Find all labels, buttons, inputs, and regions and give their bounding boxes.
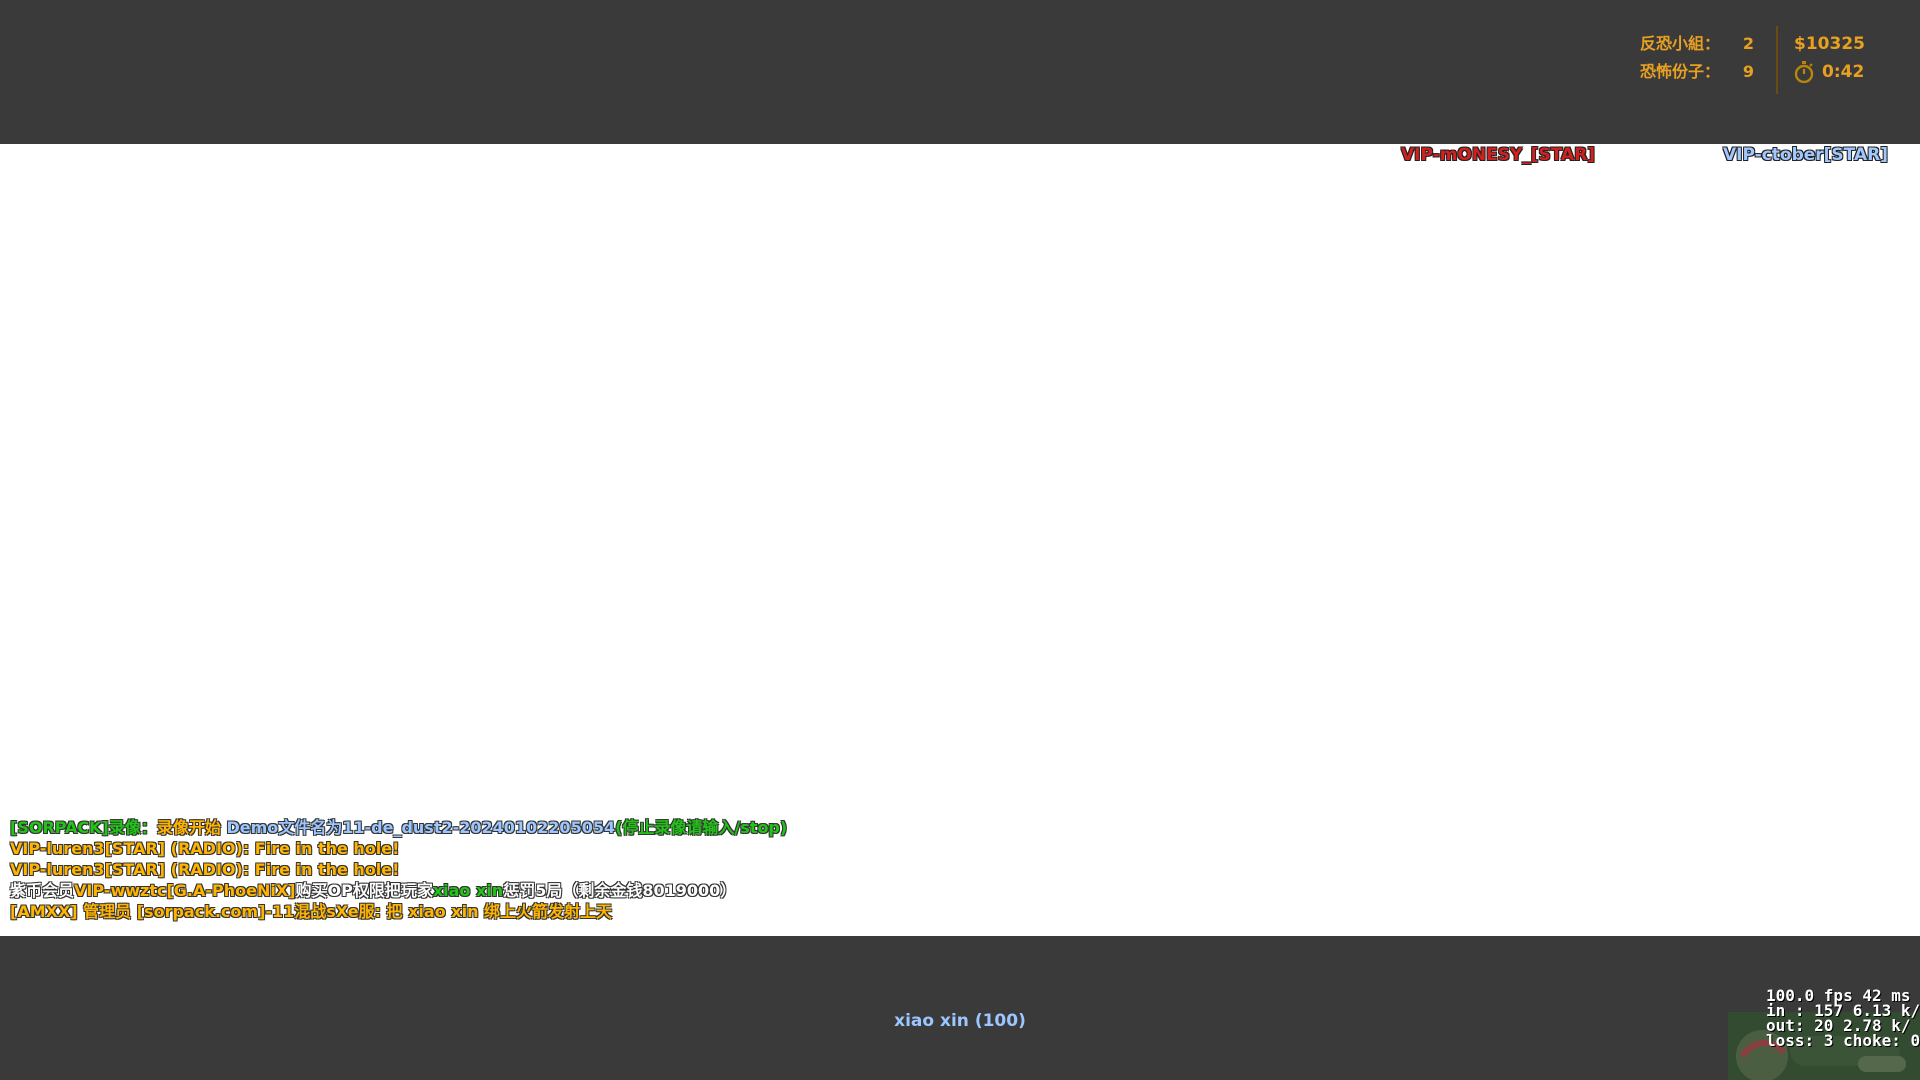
round-timer: 0:42 [1794,58,1865,86]
ct-label: 反恐小組： [1639,34,1720,53]
stopwatch-icon [1794,61,1814,84]
spectator-bottom-bar [0,936,1920,1080]
chat-line-punish: 紫币会员VIP-wwztc[G.A-PhoeNiX]购买OP权限把玩家xiao … [10,880,787,901]
terrorist-player-name: VIP-mONESY_[STAR] [1401,145,1596,165]
ct-score-row: 反恐小組： 2 [1640,30,1754,58]
hud-divider [1776,26,1778,94]
money-timer-panel: $10325 0:42 [1794,30,1865,86]
ct-count: 2 [1742,34,1754,53]
chat-mid: 购买OP权限把玩家 [295,881,433,900]
game-screen: 反恐小組： 2 恐怖份子： 9 $10325 0:42 VIP-mONESY_[… [0,0,1920,1080]
t-label: 恐怖份子： [1639,62,1720,81]
chat-player: VIP-wwztc[G.A-PhoeNiX] [74,881,296,900]
net-graph: 100.0 fps 42 ms in : 157 6.13 k/ out: 20… [1766,988,1920,1050]
chat-line-radio-1: VIP-luren3[STAR] (RADIO): Fire in the ho… [10,839,400,858]
chat-line-amxx: [AMXX] 管理员 [sorpack.com]-11混战sXe服: 把 xia… [10,902,613,921]
netgraph-loss: loss: 3 choke: 0 [1766,1031,1920,1050]
chat-target: xiao xin [432,881,504,900]
chat-action: 录像开始 [156,818,227,837]
t-count: 9 [1742,62,1754,81]
ct-player-name: VIP-ctober[STAR] [1723,145,1888,165]
chat-line-demo-record: [SORPACK]录像：录像开始 Demo文件名为11-de_dust2-202… [10,817,787,838]
team-score-panel: 反恐小組： 2 恐怖份子： 9 [1640,30,1754,86]
timer-value: 0:42 [1822,62,1865,82]
chat-line-radio-2: VIP-luren3[STAR] (RADIO): Fire in the ho… [10,860,400,879]
spectated-player: xiao xin (100) [894,1011,1026,1031]
t-score-row: 恐怖份子： 9 [1640,58,1754,86]
spectator-top-bar: 反恐小組： 2 恐怖份子： 9 $10325 0:42 [0,0,1920,144]
chat-log: [SORPACK]录像：录像开始 Demo文件名为11-de_dust2-202… [10,817,787,922]
chat-demo-file: Demo文件名为11-de_dust2-20240102205054 [226,818,616,837]
chat-tag: [SORPACK]录像： [10,818,157,837]
money-readout: $10325 [1794,34,1865,54]
chat-suffix: 惩罚5局（剩余金钱8019000） [503,881,737,900]
chat-hint: (停止录像请输入/stop) [615,818,788,837]
chat-prefix: 紫币会员 [10,881,75,900]
